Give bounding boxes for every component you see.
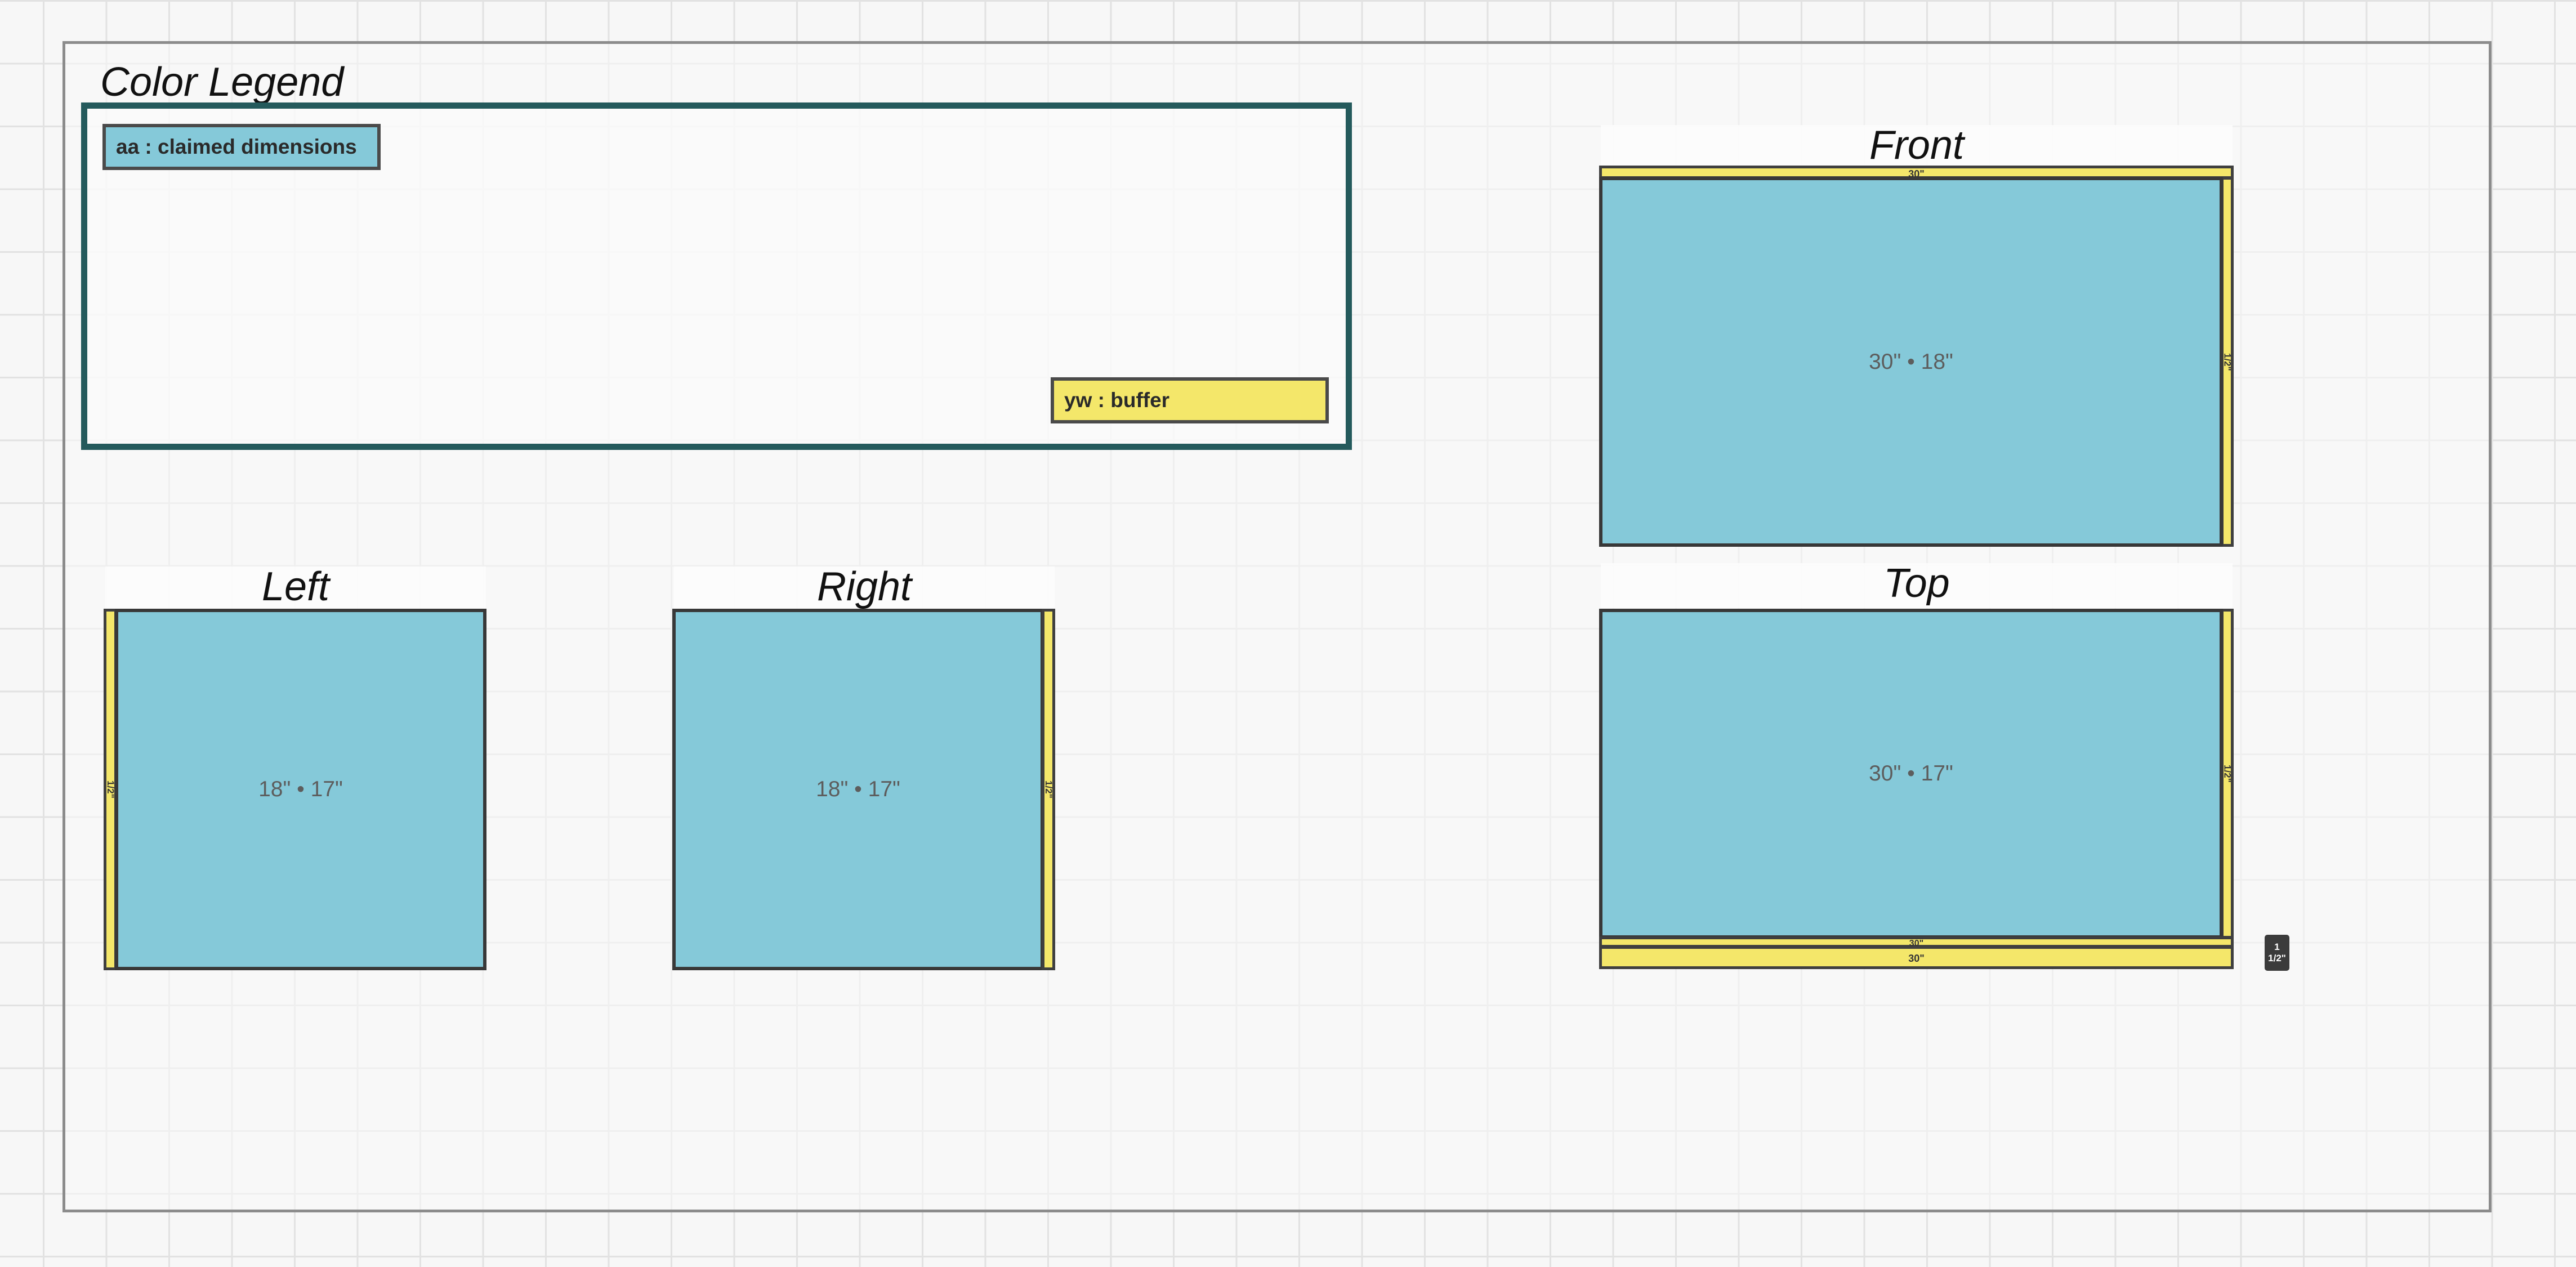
legend-item-label: aa : claimed dimensions <box>116 135 357 158</box>
top-claimed-dimensions[interactable]: 30" • 17" <box>1599 609 2223 939</box>
top-corner-badge[interactable]: 1 1/2" <box>2265 935 2289 971</box>
right-buffer-side[interactable]: 1/2" <box>1042 609 1055 970</box>
left-dimension-label: 18" • 17" <box>258 777 343 801</box>
top-corner-badge-line2: 1/2" <box>2268 953 2286 963</box>
front-dimension-label: 30" • 18" <box>1869 349 1953 374</box>
legend-item-label: yw : buffer <box>1064 389 1170 412</box>
legend-item-buffer[interactable]: yw : buffer <box>1051 377 1329 423</box>
top-corner-badge-line1: 1 <box>2274 942 2280 953</box>
front-claimed-dimensions[interactable]: 30" • 18" <box>1599 177 2223 547</box>
right-buffer-side-label: 1/2" <box>1043 780 1055 798</box>
legend-title: Color Legend <box>100 60 344 105</box>
top-buffer-bottom-2[interactable]: 30" <box>1599 946 2234 969</box>
top-view-title: Top <box>1601 563 2233 608</box>
right-claimed-dimensions[interactable]: 18" • 17" <box>672 609 1044 970</box>
top-dimension-label: 30" • 17" <box>1869 761 1953 786</box>
left-claimed-dimensions[interactable]: 18" • 17" <box>115 609 486 970</box>
top-buffer-bottom-2-label: 30" <box>1908 953 1925 964</box>
left-view-title: Left <box>105 566 486 610</box>
front-view-title: Front <box>1601 125 2233 166</box>
right-view-title: Right <box>674 566 1055 610</box>
right-dimension-label: 18" • 17" <box>816 777 900 801</box>
legend-item-claimed-dimensions[interactable]: aa : claimed dimensions <box>102 124 381 170</box>
